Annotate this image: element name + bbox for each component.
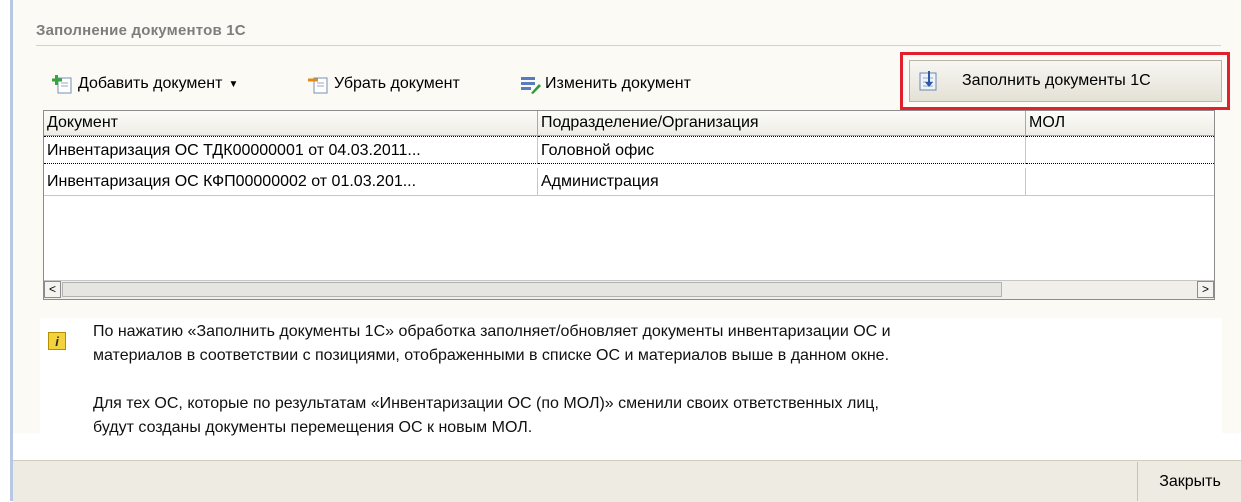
close-button[interactable]: Закрыть: [1137, 462, 1241, 501]
scrollbar-thumb[interactable]: [62, 282, 1002, 297]
window-left-edge: [0, 0, 10, 501]
bottom-command-bar: [13, 460, 1241, 502]
add-document-button[interactable]: Добавить документ ▼: [52, 70, 238, 98]
cell-mol: [1026, 168, 1214, 196]
info-text-line: Для тех ОС, которые по результатам «Инве…: [93, 395, 879, 412]
cell-document: Инвентаризация ОС КФП00000002 от 01.03.2…: [44, 168, 538, 196]
group-divider: [36, 45, 1221, 46]
cell-mol: [1026, 136, 1214, 164]
info-text-line: По нажатию «Заполнить документы 1С» обра…: [93, 323, 891, 340]
fill-documents-label: Заполнить документы 1С: [962, 72, 1151, 89]
table-row[interactable]: Инвентаризация ОС КФП00000002 от 01.03.2…: [44, 168, 1214, 196]
add-document-icon: [52, 73, 74, 95]
remove-document-icon: [308, 73, 330, 95]
edit-document-button[interactable]: Изменить документ: [519, 70, 691, 98]
scroll-right-icon[interactable]: >: [1197, 281, 1214, 298]
edit-document-label: Изменить документ: [545, 75, 691, 92]
column-header-document[interactable]: Документ: [44, 111, 538, 135]
remove-document-label: Убрать документ: [334, 75, 460, 92]
cell-department: Администрация: [538, 168, 1026, 196]
add-document-label: Добавить документ: [78, 75, 223, 92]
info-text-line: будут созданы документы перемещения ОС к…: [93, 419, 533, 436]
fill-documents-icon: [918, 70, 940, 92]
remove-document-button[interactable]: Убрать документ: [308, 70, 460, 98]
horizontal-scrollbar[interactable]: < >: [44, 280, 1214, 299]
chevron-down-icon[interactable]: ▼: [228, 79, 238, 90]
column-header-mol[interactable]: МОЛ: [1026, 111, 1214, 135]
info-text-line: материалов в соответствии с позициями, о…: [93, 347, 890, 364]
cell-department: Головной офис: [538, 136, 1026, 164]
info-icon: i: [48, 332, 66, 350]
documents-table[interactable]: Документ Подразделение/Организация МОЛ И…: [43, 110, 1215, 300]
cell-document: Инвентаризация ОС ТДК00000001 от 04.03.2…: [44, 136, 538, 164]
fill-documents-button[interactable]: Заполнить документы 1С: [909, 60, 1222, 102]
column-header-department[interactable]: Подразделение/Организация: [538, 111, 1026, 135]
table-header: Документ Подразделение/Организация МОЛ: [44, 111, 1214, 136]
group-title: Заполнение документов 1С: [36, 22, 246, 39]
scroll-left-icon[interactable]: <: [44, 281, 61, 298]
table-row[interactable]: Инвентаризация ОС ТДК00000001 от 04.03.2…: [44, 136, 1214, 164]
edit-document-icon: [519, 73, 541, 95]
